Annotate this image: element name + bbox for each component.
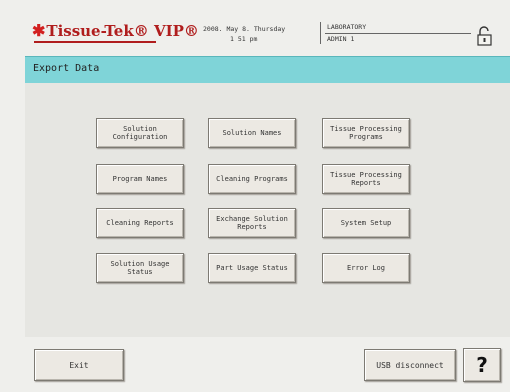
solution-names-button[interactable]: Solution Names — [208, 118, 296, 148]
exchange-solution-reports-button[interactable]: Exchange Solution Reports — [208, 208, 296, 238]
location-user-block: LABORATORY ADMIN 1 — [320, 22, 471, 44]
tissue-processing-programs-button[interactable]: Tissue Processing Programs — [322, 118, 410, 148]
location-divider — [325, 33, 471, 34]
system-setup-button[interactable]: System Setup — [322, 208, 410, 238]
solution-usage-status-button[interactable]: Solution Usage Status — [96, 253, 184, 283]
exit-button[interactable]: Exit — [34, 349, 124, 381]
padlock-icon[interactable] — [474, 25, 494, 47]
datetime: 2008. May 8. Thursday 1 51 pm — [203, 24, 285, 44]
help-button[interactable]: ? — [463, 348, 501, 382]
header: ✱Tissue-Tek® VIP® 2008. May 8. Thursday … — [0, 0, 510, 50]
tissue-processing-reports-button[interactable]: Tissue Processing Reports — [322, 164, 410, 194]
screen: ✱Tissue-Tek® VIP® 2008. May 8. Thursday … — [0, 0, 510, 392]
user-text: ADMIN 1 — [327, 35, 355, 43]
logo-underline — [34, 41, 156, 43]
title-bar: Export Data — [25, 56, 510, 84]
part-usage-status-button[interactable]: Part Usage Status — [208, 253, 296, 283]
solution-configuration-button[interactable]: Solution Configuration — [96, 118, 184, 148]
time-text: 1 51 pm — [230, 35, 258, 43]
usb-disconnect-button[interactable]: USB disconnect — [364, 349, 456, 381]
cleaning-programs-button[interactable]: Cleaning Programs — [208, 164, 296, 194]
location-text: LABORATORY — [327, 23, 367, 31]
logo-text: Tissue-Tek® VIP® — [46, 22, 199, 40]
page-title: Export Data — [33, 63, 100, 74]
program-names-button[interactable]: Program Names — [96, 164, 184, 194]
date-text: 2008. May 8. Thursday — [203, 25, 286, 33]
cleaning-reports-button[interactable]: Cleaning Reports — [96, 208, 184, 238]
error-log-button[interactable]: Error Log — [322, 253, 410, 283]
star-icon: ✱ — [32, 21, 46, 40]
brand-logo: ✱Tissue-Tek® VIP® — [32, 21, 199, 40]
